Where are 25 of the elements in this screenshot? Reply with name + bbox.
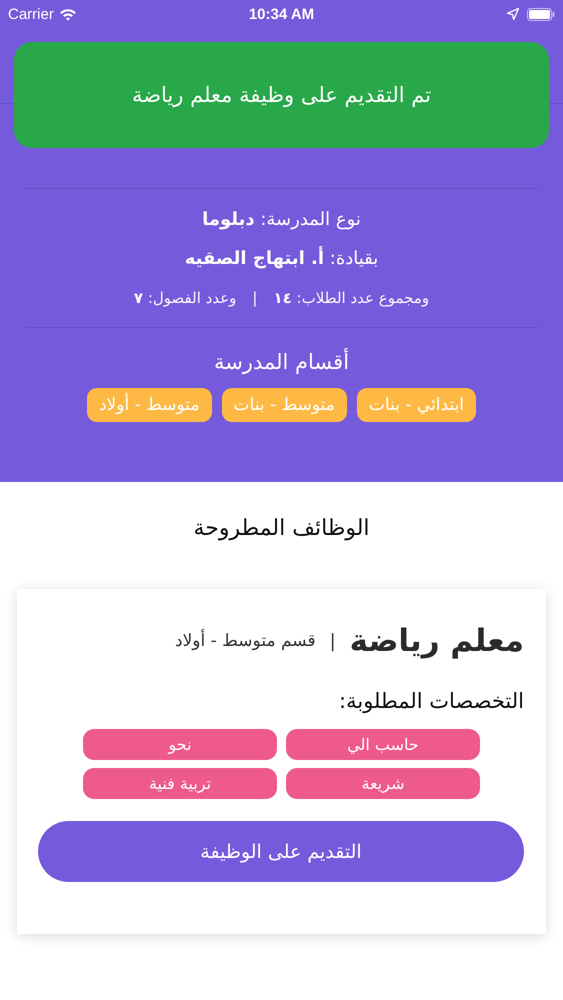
location-arrow-icon xyxy=(507,8,519,20)
job-title: معلم رياضة xyxy=(350,623,524,659)
specialty-tag: حاسب الي xyxy=(286,729,480,760)
status-time: 10:34 AM xyxy=(248,6,314,22)
specialty-tag: نحو xyxy=(83,729,277,760)
school-type: نوع المدرسة: دبلوما xyxy=(202,209,361,230)
separator-text: | xyxy=(330,630,336,652)
section-tag: متوسط - بنات xyxy=(222,388,347,422)
jobs-heading: الوظائف المطروحة xyxy=(192,516,371,541)
class-count: وعدد الفصول: ٧ xyxy=(134,289,236,307)
apply-button[interactable]: التقديم على الوظيفة xyxy=(38,821,524,882)
carrier-label: Carrier xyxy=(8,6,54,22)
section-tag: ابتدائي - بنات xyxy=(356,388,476,422)
success-toast: تم التقديم على وظيفة معلم رياضة xyxy=(14,42,549,148)
battery-icon xyxy=(527,8,555,20)
section-tag: متوسط - أولاد xyxy=(86,388,212,422)
wifi-icon xyxy=(58,8,77,20)
separator-text: | xyxy=(252,289,258,307)
sections-heading: أقسام المدرسة xyxy=(212,350,350,374)
student-count: ومجموع عدد الطلاب: ١٤ xyxy=(273,289,430,307)
school-leader: بقيادة: أ. ابتهاج الصقيه xyxy=(184,248,378,269)
job-department: قسم متوسط - أولاد xyxy=(175,631,316,651)
specialties-label: التخصصات المطلوبة: xyxy=(338,689,524,713)
specialty-tag: شريعة xyxy=(286,768,480,799)
specialty-tag: تربية فنية xyxy=(83,768,277,799)
